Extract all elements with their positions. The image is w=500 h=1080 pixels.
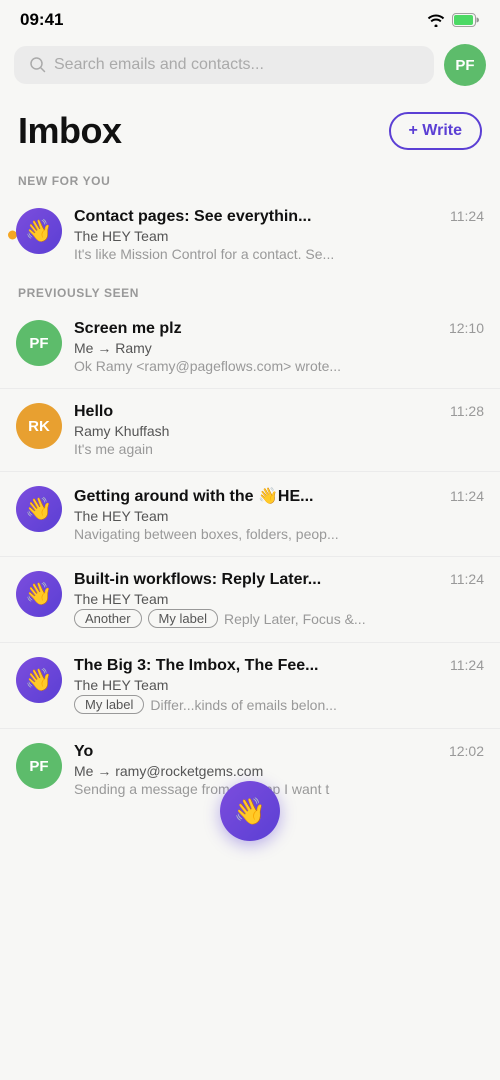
status-bar: 09:41	[0, 0, 500, 36]
search-bar[interactable]: Search emails and contacts...	[14, 46, 434, 84]
tags-preview: Differ...kinds of emails belon...	[150, 697, 484, 713]
battery-icon	[452, 13, 480, 27]
avatar: PF	[16, 320, 62, 366]
email-time: 11:24	[450, 657, 484, 673]
email-time: 11:24	[450, 571, 484, 587]
email-top: Contact pages: See everythin... 11:24	[74, 208, 484, 226]
search-icon	[30, 57, 46, 73]
search-row: Search emails and contacts... PF	[0, 36, 500, 94]
email-time: 11:28	[450, 403, 484, 419]
section-new-for-you: NEW FOR YOU	[0, 164, 500, 194]
email-preview: It's like Mission Control for a contact.…	[74, 246, 484, 262]
status-time: 09:41	[20, 10, 63, 30]
email-item[interactable]: 👋 Built-in workflows: Reply Later... 11:…	[0, 557, 500, 643]
email-content: Contact pages: See everythin... 11:24 Th…	[74, 208, 484, 262]
previous-emails-list: PF Screen me plz 12:10 Me → Ramy Ok Ramy…	[0, 306, 500, 811]
fab-hey-icon: 👋	[234, 796, 266, 827]
avatar: RK	[16, 403, 62, 449]
email-sender: Me → ramy@rocketgems.com	[74, 763, 484, 779]
email-top: Yo 12:02	[74, 743, 484, 761]
status-icons	[426, 13, 480, 27]
email-time: 12:02	[449, 743, 484, 759]
hey-wave-icon: 👋	[25, 220, 52, 242]
tag-another[interactable]: Another	[74, 609, 142, 628]
email-item[interactable]: 👋 Getting around with the 👋HE... 11:24 T…	[0, 472, 500, 557]
email-sender: The HEY Team	[74, 228, 484, 244]
email-subject: Built-in workflows: Reply Later...	[74, 571, 321, 589]
wifi-icon	[426, 13, 446, 27]
email-item[interactable]: RK Hello 11:28 Ramy Khuffash It's me aga…	[0, 389, 500, 472]
email-sender: The HEY Team	[74, 677, 484, 693]
email-time: 12:10	[449, 320, 484, 336]
header: Imbox + Write	[0, 94, 500, 164]
new-emails-list: 👋 Contact pages: See everythin... 11:24 …	[0, 194, 500, 276]
email-content: Hello 11:28 Ramy Khuffash It's me again	[74, 403, 484, 457]
search-placeholder: Search emails and contacts...	[54, 56, 264, 74]
hey-wave-icon: 👋	[25, 669, 52, 691]
email-top: Hello 11:28	[74, 403, 484, 421]
email-top: Screen me plz 12:10	[74, 320, 484, 338]
email-content: The Big 3: The Imbox, The Fee... 11:24 T…	[74, 657, 484, 714]
avatar: 👋	[16, 208, 62, 254]
hey-wave-icon: 👋	[25, 498, 52, 520]
tags-preview: Reply Later, Focus &...	[224, 611, 484, 627]
email-item[interactable]: 👋 Contact pages: See everythin... 11:24 …	[0, 194, 500, 276]
tag-my-label[interactable]: My label	[148, 609, 218, 628]
email-preview: It's me again	[74, 441, 484, 457]
email-sender: Ramy Khuffash	[74, 423, 484, 439]
email-sender: The HEY Team	[74, 591, 484, 607]
email-subject: Contact pages: See everythin...	[74, 208, 311, 226]
email-subject: The Big 3: The Imbox, The Fee...	[74, 657, 318, 675]
email-item[interactable]: PF Screen me plz 12:10 Me → Ramy Ok Ramy…	[0, 306, 500, 389]
email-content: Screen me plz 12:10 Me → Ramy Ok Ramy <r…	[74, 320, 484, 374]
user-avatar[interactable]: PF	[444, 44, 486, 86]
email-sender: The HEY Team	[74, 508, 484, 524]
avatar: 👋	[16, 486, 62, 532]
email-sender: Me → Ramy	[74, 340, 484, 356]
email-top: Getting around with the 👋HE... 11:24	[74, 486, 484, 506]
email-subject: Hello	[74, 403, 113, 421]
email-content: Getting around with the 👋HE... 11:24 The…	[74, 486, 484, 542]
avatar: 👋	[16, 657, 62, 703]
avatar: 👋	[16, 571, 62, 617]
email-preview: Ok Ramy <ramy@pageflows.com> wrote...	[74, 358, 484, 374]
write-button[interactable]: + Write	[389, 112, 483, 150]
email-item[interactable]: 👋 The Big 3: The Imbox, The Fee... 11:24…	[0, 643, 500, 729]
email-content: Built-in workflows: Reply Later... 11:24…	[74, 571, 484, 628]
email-tags: My label Differ...kinds of emails belon.…	[74, 695, 484, 714]
email-subject: Getting around with the 👋HE...	[74, 486, 313, 506]
tag-my-label[interactable]: My label	[74, 695, 144, 714]
email-time: 11:24	[450, 208, 484, 224]
email-top: Built-in workflows: Reply Later... 11:24	[74, 571, 484, 589]
email-top: The Big 3: The Imbox, The Fee... 11:24	[74, 657, 484, 675]
email-subject: Screen me plz	[74, 320, 182, 338]
email-preview: Navigating between boxes, folders, peop.…	[74, 526, 484, 542]
email-time: 11:24	[450, 488, 484, 504]
section-previously-seen: PREVIOUSLY SEEN	[0, 276, 500, 306]
fab-button[interactable]: 👋	[220, 781, 280, 841]
page-title: Imbox	[18, 110, 122, 152]
hey-wave-icon: 👋	[25, 583, 52, 605]
email-tags: Another My label Reply Later, Focus &...	[74, 609, 484, 628]
email-subject: Yo	[74, 743, 93, 761]
